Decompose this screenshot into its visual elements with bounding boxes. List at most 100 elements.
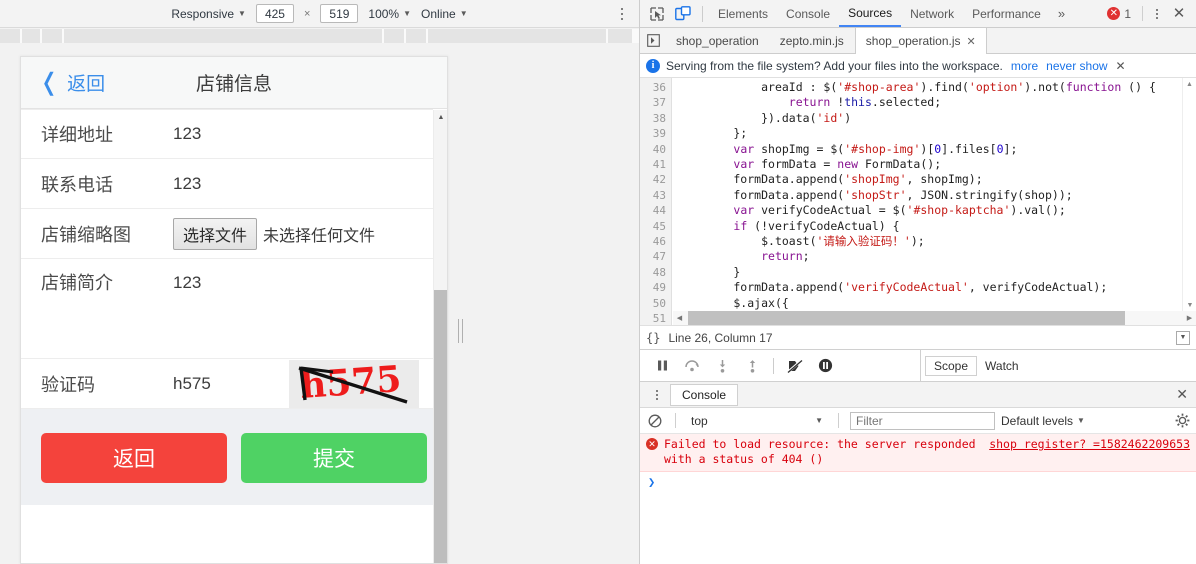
viewport-scrollbar[interactable]: ▲ (433, 110, 447, 563)
viewport-resize-handle[interactable] (455, 318, 465, 344)
line-number[interactable]: 42 (640, 172, 666, 187)
toggle-device-toolbar-icon[interactable] (670, 2, 696, 26)
line-number[interactable]: 51 (640, 311, 666, 325)
tab-elements[interactable]: Elements (709, 0, 777, 27)
devtools-settings-menu-icon[interactable] (1148, 8, 1166, 19)
scrollbar-track[interactable] (686, 311, 1183, 325)
infobar-never-show-link[interactable]: never show (1046, 59, 1107, 73)
pause-on-exceptions-icon[interactable] (811, 353, 839, 379)
scroll-left-arrow-icon[interactable]: ◀ (673, 314, 686, 322)
line-number[interactable]: 48 (640, 265, 666, 280)
more-panels-button[interactable]: » (1050, 6, 1073, 21)
drawer-tab-console[interactable]: Console (670, 383, 739, 406)
line-number[interactable]: 50 (640, 296, 666, 311)
close-icon[interactable]: ✕ (967, 35, 976, 48)
submit-button[interactable]: 提交 (241, 433, 427, 483)
tab-performance[interactable]: Performance (963, 0, 1050, 27)
back-link[interactable]: ❬ 返回 (39, 69, 105, 96)
line-number[interactable]: 47 (640, 249, 666, 264)
console-error-source-link[interactable]: shop register? =1582462209653 (989, 437, 1190, 467)
source-tab-shop-operation-js[interactable]: shop_operation.js ✕ (854, 28, 987, 54)
tab-console[interactable]: Console (777, 0, 839, 27)
source-code-editor[interactable]: 36373839404142434445464748495051525354 a… (640, 78, 1196, 326)
tab-scope[interactable]: Scope (925, 355, 978, 376)
step-out-icon[interactable] (738, 353, 766, 379)
line-number[interactable]: 41 (640, 157, 666, 172)
scroll-up-arrow-icon[interactable]: ▲ (434, 110, 447, 124)
choose-file-button[interactable]: 选择文件 (173, 217, 258, 250)
close-devtools-icon[interactable]: ✕ (1166, 6, 1192, 21)
scrollbar-thumb[interactable] (688, 311, 1126, 325)
sources-file-tabbar: shop_operation zepto.min.js shop_operati… (640, 28, 1196, 54)
line-number[interactable]: 36 (640, 80, 666, 95)
tab-sources[interactable]: Sources (839, 0, 902, 27)
source-tab-shop-operation[interactable]: shop_operation (666, 28, 770, 53)
tab-network[interactable]: Network (901, 0, 963, 27)
devtools-panel-tabs: Elements Console Sources Network Perform… (709, 0, 1073, 28)
scroll-right-arrow-icon[interactable]: ▶ (1183, 314, 1196, 322)
line-number[interactable]: 39 (640, 126, 666, 141)
captcha-image[interactable]: h575 (289, 359, 419, 408)
code-content[interactable]: areaId : $('#shop-area').find('option').… (672, 78, 1196, 325)
mobile-viewport: ❬ 返回 店铺信息 详细地址 123 联系电话 123 店铺缩略图 选择文件 未… (20, 56, 448, 564)
console-levels-select[interactable]: Default levels ▼ (1001, 414, 1085, 428)
scroll-down-arrow-icon[interactable]: ▼ (1183, 299, 1196, 311)
device-height-input[interactable] (320, 4, 359, 23)
deactivate-breakpoints-icon[interactable] (781, 353, 809, 379)
step-into-icon[interactable] (708, 353, 736, 379)
line-number[interactable]: 40 (640, 142, 666, 157)
navigator-toggle-icon[interactable] (640, 28, 666, 53)
step-over-icon[interactable] (678, 353, 706, 379)
console-toolbar: top ▼ Default levels ▼ (640, 408, 1196, 434)
line-number[interactable]: 46 (640, 234, 666, 249)
row-value[interactable]: 123 (173, 273, 201, 293)
line-number[interactable]: 43 (640, 188, 666, 203)
workspace-infobar: i Serving from the file system? Add your… (640, 54, 1196, 78)
action-button-row: 返回 提交 (41, 433, 427, 483)
code-horizontal-scrollbar[interactable]: ◀ ▶ (673, 311, 1196, 325)
scroll-up-arrow-icon[interactable]: ▲ (1183, 78, 1196, 90)
tab-watch[interactable]: Watch (977, 357, 1027, 375)
console-context-select[interactable]: top ▼ (687, 414, 827, 428)
inspect-element-icon[interactable] (644, 2, 670, 26)
chevron-left-icon: ❬ (39, 68, 60, 96)
file-input[interactable]: 选择文件 未选择任何文件 (173, 217, 375, 250)
editor-options-icon[interactable]: ▼ (1176, 330, 1190, 345)
line-number[interactable]: 45 (640, 219, 666, 234)
infobar-more-link[interactable]: more (1011, 59, 1038, 73)
row-value[interactable]: h575 (173, 374, 211, 394)
clear-console-icon[interactable] (646, 414, 664, 428)
pretty-print-icon[interactable]: {} (646, 331, 660, 345)
console-filter-input[interactable] (850, 411, 995, 430)
line-number[interactable]: 37 (640, 95, 666, 110)
pause-script-icon[interactable] (648, 353, 676, 379)
close-icon[interactable]: ✕ (1116, 59, 1126, 73)
drawer-menu-icon[interactable] (648, 389, 666, 400)
row-value[interactable]: 123 (173, 174, 201, 194)
toolbar-divider (1142, 6, 1143, 21)
console-settings-icon[interactable] (1175, 413, 1190, 428)
zoom-select[interactable]: 100% ▼ (368, 7, 411, 21)
throttling-select[interactable]: Online ▼ (421, 7, 468, 21)
row-value[interactable]: 123 (173, 124, 201, 144)
error-icon: ✕ (1107, 7, 1121, 20)
code-line: return !this.selected; (788, 95, 942, 110)
line-number[interactable]: 49 (640, 280, 666, 295)
code-vertical-scrollbar[interactable]: ▲ ▼ (1182, 78, 1196, 311)
device-preset-select[interactable]: Responsive ▼ (171, 7, 246, 21)
source-tab-zepto[interactable]: zepto.min.js (770, 28, 855, 53)
console-error-message[interactable]: ✕ Failed to load resource: the server re… (640, 434, 1196, 472)
prompt-caret-icon: ❯ (648, 475, 656, 489)
code-line: $.ajax({ (678, 295, 789, 310)
line-number[interactable]: 44 (640, 203, 666, 218)
error-count-badge[interactable]: ✕ 1 (1107, 7, 1137, 21)
close-drawer-icon[interactable]: ✕ (1176, 386, 1188, 403)
device-toolbar-more-button[interactable] (615, 6, 629, 22)
code-line: $.toast('请输入验证码！'); (678, 234, 925, 249)
form-row-phone: 联系电话 123 (21, 159, 433, 209)
device-width-input[interactable] (255, 4, 294, 23)
scrollbar-thumb[interactable] (434, 290, 447, 563)
back-button[interactable]: 返回 (41, 433, 227, 483)
console-prompt[interactable]: ❯ (640, 472, 1196, 492)
line-number[interactable]: 38 (640, 111, 666, 126)
